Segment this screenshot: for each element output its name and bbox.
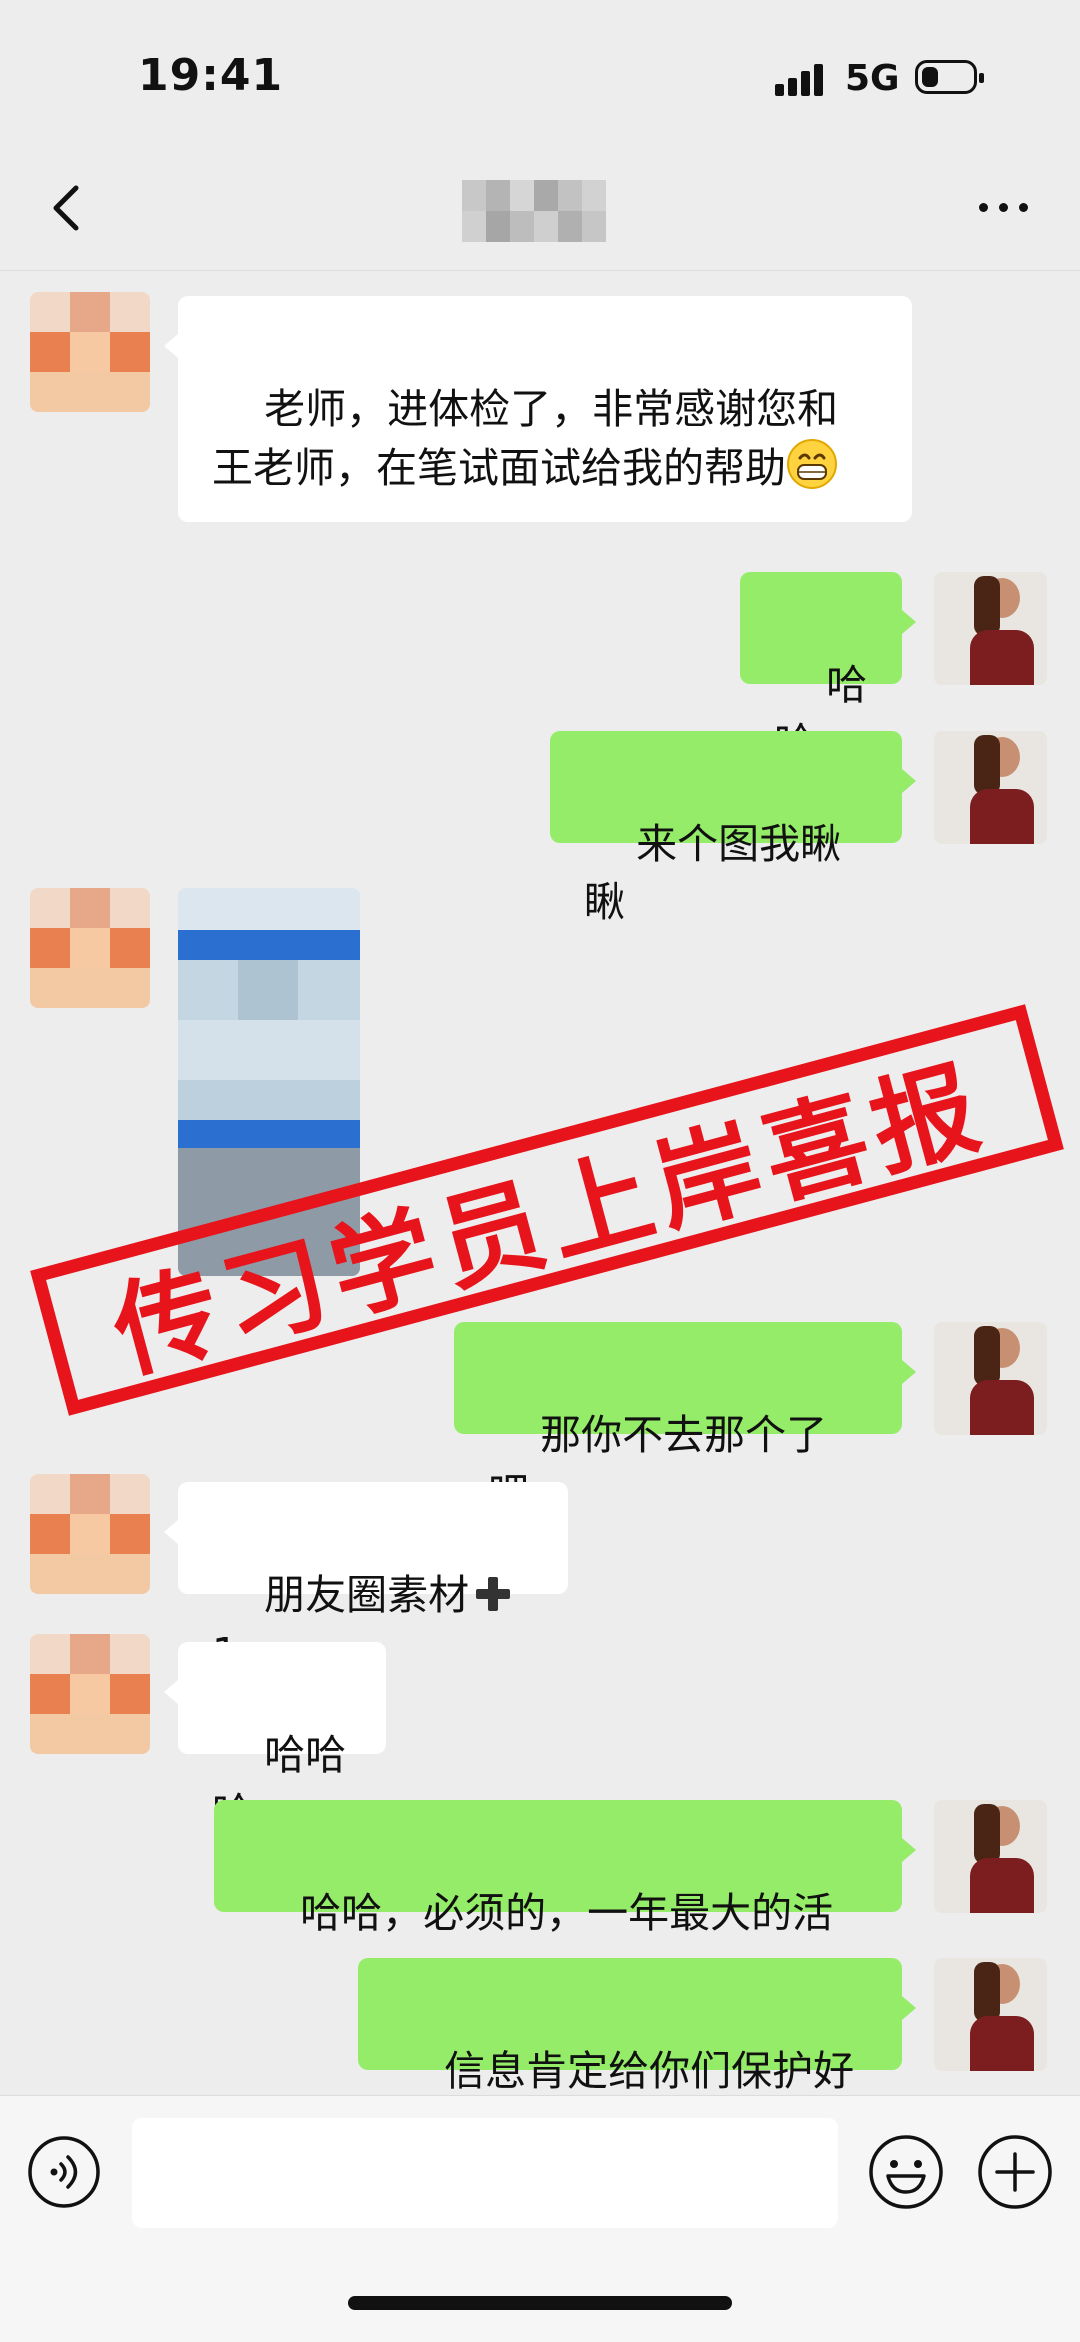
message-bubble[interactable]: 朋友圈素材 1 xyxy=(164,1482,568,1677)
message-text: 哈哈，必须的，一年最大的活 xyxy=(300,1889,834,1937)
my-avatar[interactable] xyxy=(934,1800,1047,1913)
plus-icon xyxy=(476,1577,511,1611)
message-bubble[interactable]: 信息肯定给你们保护好 xyxy=(358,1958,916,2095)
message-text: 老师，进体检了，非常感谢您和 王老师，在笔试面试给我的帮助 xyxy=(212,385,839,492)
signal-icon xyxy=(775,62,831,96)
grinning-emoji-icon xyxy=(787,439,837,489)
my-avatar[interactable] xyxy=(934,1322,1047,1435)
my-avatar[interactable] xyxy=(934,572,1047,685)
sender-avatar[interactable] xyxy=(30,1634,150,1754)
my-avatar[interactable] xyxy=(934,1958,1047,2071)
status-time: 19:41 xyxy=(138,50,284,101)
voice-input-icon[interactable] xyxy=(26,2134,102,2210)
message-bubble[interactable]: 哈哈哈 xyxy=(164,1642,386,1837)
message-text: 来个图我瞅瞅 xyxy=(584,820,842,926)
emoji-picker-icon[interactable] xyxy=(866,2132,946,2212)
battery-icon xyxy=(915,60,984,94)
chat-header xyxy=(0,150,1080,271)
message-text: 朋友圈素材 xyxy=(264,1571,470,1619)
message-bubble[interactable]: 那你不去那个了吧 xyxy=(454,1322,916,1517)
more-functions-plus-icon[interactable] xyxy=(975,2132,1055,2212)
message-bubble[interactable]: 来个图我瞅瞅 xyxy=(550,731,916,926)
chat-title-blurred xyxy=(462,180,606,242)
message-bubble[interactable]: 哈哈 xyxy=(740,572,916,767)
message-bubble[interactable]: 哈哈，必须的，一年最大的活 xyxy=(214,1800,916,1937)
network-label: 5G xyxy=(845,58,900,99)
my-avatar[interactable] xyxy=(934,731,1047,844)
sender-avatar[interactable] xyxy=(30,292,150,412)
message-text: 信息肯定给你们保护好 xyxy=(444,2047,855,2095)
message-input[interactable] xyxy=(132,2118,838,2228)
home-indicator xyxy=(348,2296,732,2310)
status-bar: 19:41 5G xyxy=(0,0,1080,150)
message-bubble[interactable]: 老师，进体检了，非常感谢您和 王老师，在笔试面试给我的帮助 xyxy=(164,296,912,522)
more-options-icon[interactable] xyxy=(975,192,1035,222)
sender-avatar[interactable] xyxy=(30,888,150,1008)
sender-avatar[interactable] xyxy=(30,1474,150,1594)
back-arrow-icon[interactable] xyxy=(40,178,100,238)
